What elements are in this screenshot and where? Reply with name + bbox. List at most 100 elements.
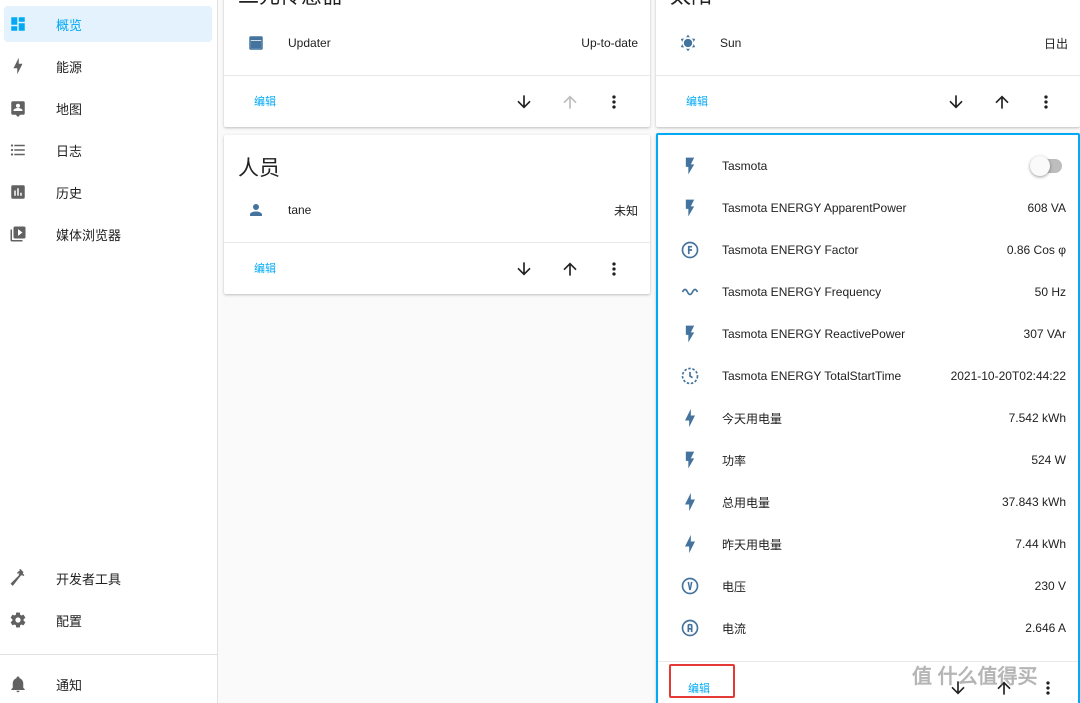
chart-bar-icon — [8, 182, 28, 202]
toggle-knob — [1030, 156, 1050, 176]
entity-row-sun[interactable]: Sun 日出 — [656, 23, 1080, 63]
sun-card: 太阳 Sun 日出 编辑 — [656, 0, 1080, 127]
entity-row-updater[interactable]: Updater Up-to-date — [224, 23, 650, 63]
entity-name: Tasmota ENERGY Factor — [722, 243, 859, 257]
card-actions: 编辑 — [656, 75, 1080, 127]
more-vert-icon[interactable] — [602, 257, 626, 281]
toggle-switch[interactable] — [1030, 156, 1062, 176]
entity-state: 未知 — [613, 203, 638, 218]
alpha-v-circle-icon — [680, 576, 700, 596]
sidebar-item-developer-tools[interactable]: 开发者工具 — [4, 560, 212, 596]
entity-state: 2021-10-20T02:44:22 — [950, 369, 1066, 383]
entity-row[interactable]: Tasmota ENERGY Factor 0.86 Cos φ — [658, 230, 1078, 270]
sidebar-item-label: 通知 — [56, 677, 83, 693]
entity-state: 50 Hz — [1034, 285, 1066, 299]
package-icon — [246, 33, 266, 53]
entity-state: 7.44 kWh — [1015, 537, 1066, 551]
lightning-icon — [680, 534, 700, 554]
sidebar: 概览 能源 地图 日志 历史 媒体浏览器 开发者工具 配置 通知 — [0, 0, 218, 703]
sidebar-item-history[interactable]: 历史 — [4, 174, 212, 210]
alpha-f-circle-icon — [680, 240, 700, 260]
entity-row[interactable]: 功率 524 W — [658, 440, 1078, 480]
entity-row[interactable]: Tasmota ENERGY TotalStartTime 2021-10-20T… — [658, 356, 1078, 396]
highlight-box — [669, 664, 735, 698]
dashboard-icon — [8, 14, 28, 34]
more-vert-icon[interactable] — [1036, 676, 1060, 700]
sidebar-item-label: 概览 — [56, 17, 83, 33]
watermark: 值 什么值得买 — [912, 666, 1038, 688]
arrow-up-icon[interactable] — [558, 257, 582, 281]
entity-name: Tasmota ENERGY ApparentPower — [722, 201, 907, 215]
entity-row-tane[interactable]: tane 未知 — [224, 190, 650, 230]
arrow-up-icon[interactable] — [990, 90, 1014, 114]
sidebar-item-label: 媒体浏览器 — [56, 227, 122, 243]
edit-button[interactable]: 编辑 — [686, 93, 708, 109]
entity-row[interactable]: Tasmota — [658, 146, 1078, 186]
entity-name: Updater — [288, 36, 331, 50]
card-title: 人员 — [238, 157, 280, 180]
entity-name: Tasmota ENERGY TotalStartTime — [722, 369, 902, 383]
entity-row[interactable]: Tasmota ENERGY ReactivePower 307 VAr — [658, 314, 1078, 354]
entity-state: Up-to-date — [581, 36, 638, 50]
entity-name: 电压 — [722, 579, 747, 594]
entity-state: 7.542 kWh — [1008, 411, 1066, 425]
sidebar-item-logbook[interactable]: 日志 — [4, 132, 212, 168]
entity-row[interactable]: 总用电量 37.843 kWh — [658, 482, 1078, 522]
arrow-down-icon[interactable] — [512, 257, 536, 281]
play-box-icon — [8, 224, 28, 244]
entity-name: 昨天用电量 — [722, 537, 783, 552]
sidebar-item-config[interactable]: 配置 — [4, 602, 212, 638]
entity-state: 0.86 Cos φ — [1006, 243, 1066, 257]
flash-icon — [680, 198, 700, 218]
sidebar-item-notifications[interactable]: 通知 — [4, 666, 212, 702]
arrow-down-icon[interactable] — [512, 90, 536, 114]
arrow-up-icon — [558, 90, 582, 114]
sidebar-item-overview[interactable]: 概览 — [4, 6, 212, 42]
entity-row[interactable]: 昨天用电量 7.44 kWh — [658, 524, 1078, 564]
flash-icon — [680, 324, 700, 344]
bell-icon — [8, 674, 28, 694]
sidebar-item-label: 能源 — [56, 59, 83, 75]
sidebar-divider — [0, 654, 218, 655]
alpha-a-circle-icon — [680, 618, 700, 638]
hammer-icon — [8, 568, 28, 588]
map-account-icon — [8, 98, 28, 118]
lightning-icon — [680, 492, 700, 512]
edit-button[interactable]: 编辑 — [254, 93, 276, 109]
sidebar-item-label: 开发者工具 — [56, 571, 122, 587]
entity-state: 日出 — [1043, 36, 1068, 51]
entity-name: 总用电量 — [722, 495, 771, 510]
tasmota-card: Tasmota Tasmota ENERGY ApparentPower 608 V… — [656, 133, 1080, 703]
entity-row[interactable]: 电压 230 V — [658, 566, 1078, 606]
card-title: 二元传感器 — [238, 0, 343, 10]
arrow-down-icon[interactable] — [944, 90, 968, 114]
entity-row[interactable]: 今天用电量 7.542 kWh — [658, 398, 1078, 438]
entity-state: 608 VA — [1027, 201, 1066, 215]
more-vert-icon[interactable] — [1034, 90, 1058, 114]
sidebar-item-label: 历史 — [56, 185, 83, 201]
person-card: 人员 tane 未知 编辑 — [224, 135, 650, 294]
entity-name: 电流 — [722, 621, 747, 636]
sidebar-item-energy[interactable]: 能源 — [4, 48, 212, 84]
sidebar-item-label: 地图 — [56, 101, 83, 117]
entity-row[interactable]: Tasmota ENERGY Frequency 50 Hz — [658, 272, 1078, 312]
gear-icon — [8, 610, 28, 630]
entity-name: 今天用电量 — [722, 411, 783, 426]
list-icon — [8, 140, 28, 160]
more-vert-icon[interactable] — [602, 90, 626, 114]
entity-row[interactable]: 电流 2.646 A — [658, 608, 1078, 648]
sidebar-item-label: 配置 — [56, 613, 83, 629]
entity-state: 307 VAr — [1023, 327, 1066, 341]
binary-sensor-card: 二元传感器 Updater Up-to-date 编辑 — [224, 0, 650, 127]
entity-row[interactable]: Tasmota ENERGY ApparentPower 608 VA — [658, 188, 1078, 228]
entity-name: Tasmota ENERGY Frequency — [722, 285, 882, 299]
sidebar-item-label: 日志 — [56, 143, 83, 159]
sidebar-item-map[interactable]: 地图 — [4, 90, 212, 126]
entity-name: Tasmota — [722, 159, 768, 173]
card-actions: 编辑 — [224, 242, 650, 294]
sun-icon — [678, 33, 698, 53]
sine-wave-icon — [680, 282, 700, 302]
sidebar-item-media-browser[interactable]: 媒体浏览器 — [4, 216, 212, 252]
edit-button[interactable]: 编辑 — [254, 260, 276, 276]
flash-icon — [680, 450, 700, 470]
